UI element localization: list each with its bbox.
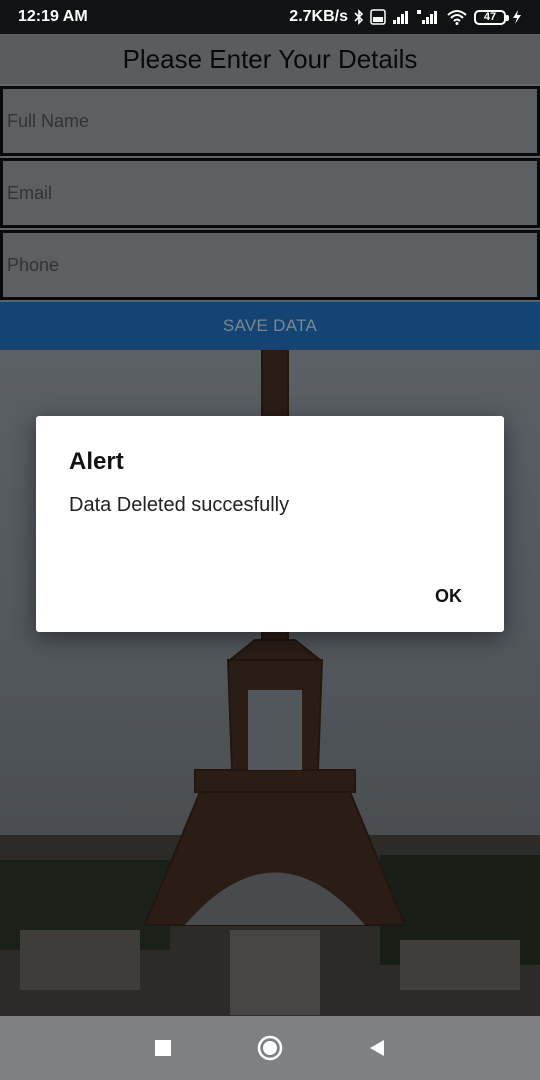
navigation-bar xyxy=(0,1016,540,1080)
bluetooth-icon xyxy=(354,9,364,25)
hd-signal-icon xyxy=(416,9,440,25)
battery-level: 47 xyxy=(483,11,497,23)
back-triangle-icon[interactable] xyxy=(357,1028,397,1068)
network-speed: 2.7KB/s xyxy=(289,8,348,25)
volte-icon xyxy=(370,9,386,25)
recents-square-icon[interactable] xyxy=(143,1028,183,1068)
dialog-message: Data Deleted succesfully xyxy=(69,494,290,516)
signal-icon xyxy=(392,10,410,24)
alert-dialog: Alert Data Deleted succesfully OK xyxy=(36,416,504,632)
status-time: 12:19 AM xyxy=(18,8,88,25)
status-icons: 2.7KB/s 47 xyxy=(289,8,522,26)
wifi-icon xyxy=(446,9,468,25)
charging-icon xyxy=(512,9,522,25)
home-circle-icon[interactable] xyxy=(250,1028,290,1068)
status-bar: 12:19 AM 2.7KB/s 47 xyxy=(0,0,540,34)
ok-button[interactable]: OK xyxy=(429,584,468,609)
battery-icon: 47 xyxy=(474,9,509,25)
dialog-title: Alert xyxy=(69,448,124,475)
